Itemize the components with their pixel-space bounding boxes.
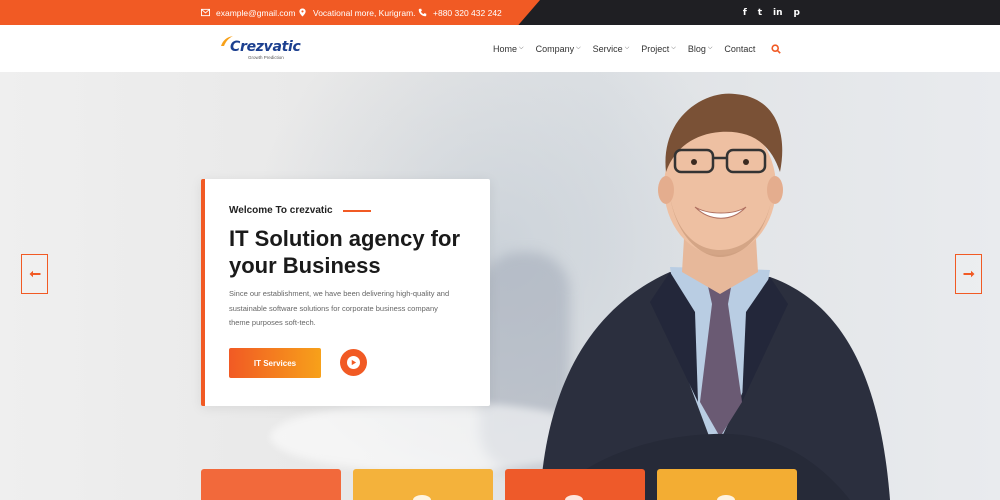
slider-next-button[interactable] xyxy=(955,254,982,294)
feature-tile-icon xyxy=(413,495,431,500)
address-contact: Vocational more, Kurigram. xyxy=(298,0,416,25)
feature-tile[interactable] xyxy=(201,469,341,500)
hero-card: Welcome To crezvatic IT Solution agency … xyxy=(201,179,490,406)
nav-blog[interactable]: Blog ⌵ xyxy=(688,44,713,54)
email-icon xyxy=(201,8,210,17)
nav-project[interactable]: Project ⌵ xyxy=(641,44,676,54)
hero-headline: IT Solution agency for your Business xyxy=(229,226,461,278)
nav-service-label: Service xyxy=(592,43,623,54)
hero-kicker: Welcome To crezvatic xyxy=(229,205,371,216)
kicker-divider xyxy=(342,209,371,212)
email-text: example@gmail.com xyxy=(216,7,296,18)
play-video-button[interactable] xyxy=(340,349,367,376)
feature-tile[interactable] xyxy=(657,469,797,500)
feature-tile[interactable] xyxy=(505,469,645,500)
feature-tile-icon xyxy=(565,495,583,500)
feature-tile-icon xyxy=(717,495,735,500)
slider-prev-button[interactable] xyxy=(21,254,48,294)
address-text: Vocational more, Kurigram. xyxy=(313,7,416,18)
hero-description: Since our establishment, we have been de… xyxy=(229,289,450,327)
nav-home-label: Home xyxy=(493,43,518,54)
arrow-right-icon xyxy=(963,270,974,278)
search-icon[interactable] xyxy=(771,43,782,54)
nav-project-label: Project xyxy=(641,43,670,54)
nav-company[interactable]: Company ⌵ xyxy=(536,44,581,54)
nav-contact-label: Contact xyxy=(724,43,756,54)
arrow-left-icon xyxy=(29,270,40,278)
facebook-icon[interactable]: f xyxy=(743,8,747,18)
nav-blog-label: Blog xyxy=(687,43,706,54)
nav-contact[interactable]: Contact xyxy=(724,44,755,54)
logo-tagline: Growth Prediction xyxy=(248,55,284,60)
chevron-down-icon: ⌵ xyxy=(624,45,630,51)
pinterest-icon[interactable]: p xyxy=(794,8,800,18)
top-bar: example@gmail.com Vocational more, Kurig… xyxy=(0,0,1000,25)
chevron-down-icon: ⌵ xyxy=(671,45,676,51)
twitter-icon[interactable]: t xyxy=(758,8,762,18)
phone-contact[interactable]: +880 320 432 242 xyxy=(418,0,502,25)
chevron-down-icon: ⌵ xyxy=(519,45,524,51)
chevron-down-icon: ⌵ xyxy=(707,45,713,51)
play-icon-circle xyxy=(347,356,360,369)
nav-company-label: Company xyxy=(535,43,575,54)
nav-service[interactable]: Service ⌵ xyxy=(593,44,630,54)
hero-person-image xyxy=(540,93,890,500)
phone-icon xyxy=(418,8,427,17)
main-header: Crezvatic Growth Prediction Home ⌵ Compa… xyxy=(0,25,1000,72)
logo-wordmark: Crezvatic xyxy=(230,39,301,55)
hero-kicker-text: Welcome To crezvatic xyxy=(229,205,333,216)
primary-nav: Home ⌵ Company ⌵ Service ⌵ Project ⌵ Blo… xyxy=(493,25,782,72)
it-services-button[interactable]: IT Services xyxy=(229,348,321,378)
social-links: f t in p xyxy=(743,0,800,25)
email-contact[interactable]: example@gmail.com xyxy=(201,0,296,25)
chevron-down-icon: ⌵ xyxy=(576,45,581,51)
hero-slider: Welcome To crezvatic IT Solution agency … xyxy=(0,72,1000,500)
phone-text: +880 320 432 242 xyxy=(433,7,502,18)
location-pin-icon xyxy=(299,8,306,17)
play-icon xyxy=(351,359,357,366)
nav-home[interactable]: Home ⌵ xyxy=(493,44,524,54)
feature-tile[interactable] xyxy=(353,469,493,500)
linkedin-icon[interactable]: in xyxy=(773,8,783,18)
